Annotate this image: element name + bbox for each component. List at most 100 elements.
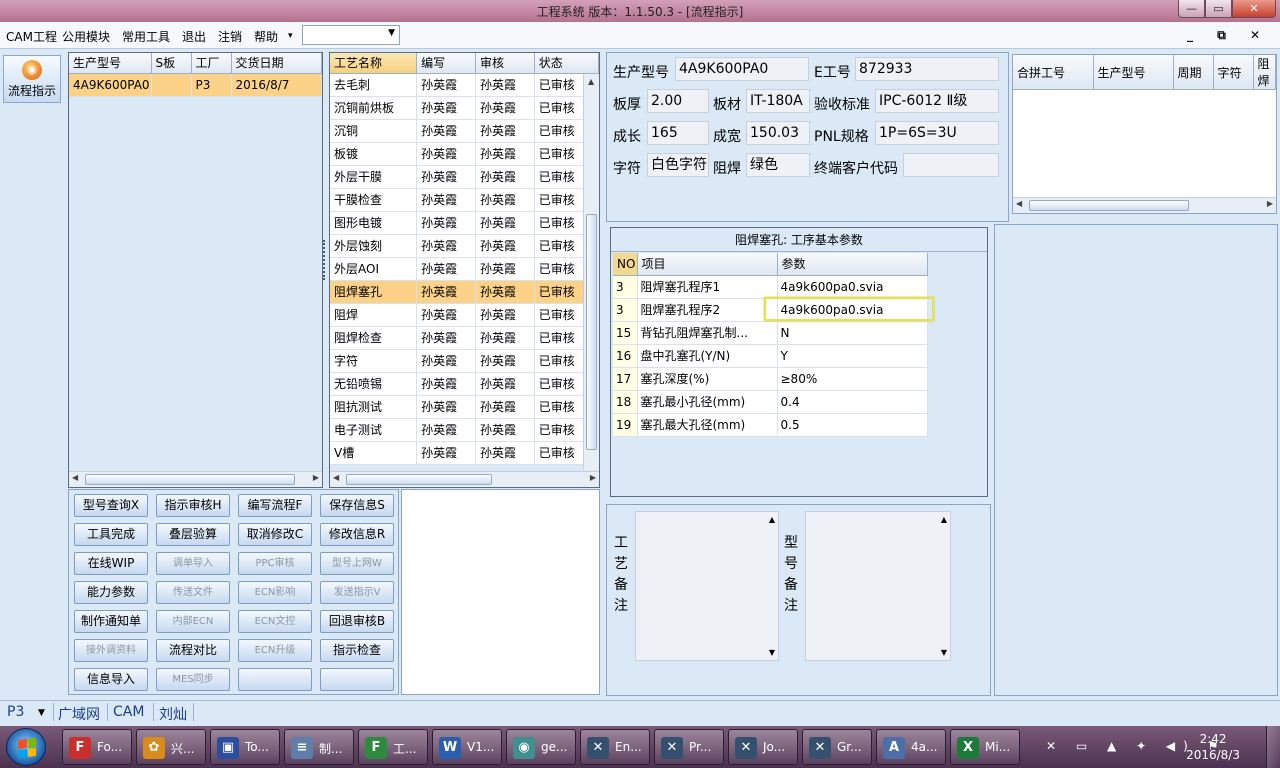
process-notes-field[interactable]: ▲ ▼ — [635, 511, 779, 661]
scroll-left-icon[interactable]: ◀ — [1016, 199, 1022, 208]
menu-common-modules[interactable]: 公用模块 — [62, 28, 110, 45]
table-row[interactable]: 沉铜前烘板 孙英霞 孙英霞 已审核 — [330, 96, 600, 120]
action-button-0-0[interactable]: 型号查询X — [74, 494, 148, 517]
action-button-5-1[interactable]: 流程对比 — [156, 639, 230, 662]
table-row[interactable]: 阻焊检查 孙英霞 孙英霞 已审核 — [330, 326, 600, 350]
action-button-5-0[interactable]: 接外调资料 — [74, 639, 148, 662]
table-row[interactable]: 18 塞孔最小孔径(mm) 0.4 — [613, 390, 928, 414]
scroll-left-icon[interactable]: ◀ — [72, 473, 78, 482]
menu-common-tools[interactable]: 常用工具 — [122, 28, 170, 45]
table-row[interactable]: 4A9K600PA0 P3 2016/8/7 — [69, 73, 322, 97]
show-desktop-button[interactable] — [1266, 726, 1280, 768]
scroll-up-icon[interactable]: ▲ — [769, 515, 775, 524]
action-button-5-3[interactable]: 指示检查 — [320, 639, 394, 662]
taskbar-app-button[interactable]: ✕ En... — [580, 729, 650, 765]
scroll-right-icon[interactable]: ▶ — [1267, 199, 1273, 208]
model-notes-field[interactable]: ▲ ▼ — [805, 511, 951, 661]
scroll-thumb[interactable] — [586, 214, 597, 450]
scroll-up-icon[interactable]: ▲ — [588, 77, 594, 86]
col-model[interactable]: 生产型号 — [69, 53, 152, 74]
action-button-1-0[interactable]: 工具完成 — [74, 523, 148, 546]
taskbar-app-button[interactable]: W V1... — [432, 729, 502, 765]
table-row[interactable]: V槽 孙英霞 孙英霞 已审核 — [330, 441, 600, 465]
action-button-4-3[interactable]: 回退审核B — [320, 610, 394, 633]
maximize-button[interactable]: ▭ — [1205, 0, 1232, 18]
taskbar-app-button[interactable]: ✿ 兴... — [136, 729, 206, 765]
table-row[interactable]: 图形电镀 孙英霞 孙英霞 已审核 — [330, 211, 600, 235]
pnl-field[interactable]: 1P=6S=3U — [875, 121, 999, 145]
scroll-up-icon[interactable]: ▲ — [941, 515, 947, 524]
col-s-board[interactable]: S板 — [151, 53, 192, 74]
taskbar-app-button[interactable]: F Fo... — [62, 729, 132, 765]
scroll-thumb[interactable] — [85, 474, 295, 485]
col-merge-model[interactable]: 生产型号 — [1093, 55, 1174, 90]
action-button-3-0[interactable]: 能力参数 — [74, 581, 148, 604]
action-button-1-1[interactable]: 叠层验算 — [156, 523, 230, 546]
action-button-4-1[interactable]: 内部ECN — [156, 610, 230, 633]
taskbar-app-button[interactable]: F 工... — [358, 729, 428, 765]
action-button-1-3[interactable]: 修改信息R — [320, 523, 394, 546]
table-row[interactable]: 19 塞孔最大孔径(mm) 0.5 — [613, 413, 928, 437]
col-factory[interactable]: 工厂 — [191, 53, 232, 74]
factory-selector[interactable]: P3 — [7, 704, 24, 720]
help-chevron-down-icon[interactable]: ▾ — [288, 31, 293, 41]
material-field[interactable]: IT-180A — [746, 89, 810, 113]
table-row[interactable]: 16 盘中孔塞孔(Y/N) Y — [613, 344, 928, 368]
col-due-date[interactable]: 交货日期 — [231, 53, 322, 74]
menu-logout[interactable]: 注销 — [218, 28, 242, 45]
taskbar-app-button[interactable]: ◉ ge... — [506, 729, 576, 765]
process-hscroll[interactable]: ◀ ▶ — [330, 471, 599, 487]
action-button-4-2[interactable]: ECN文控 — [238, 610, 312, 633]
mask-field[interactable]: 绿色 — [746, 153, 810, 177]
table-row[interactable]: 17 塞孔深度(%) ≥80% — [613, 367, 928, 391]
taskbar-app-button[interactable]: X Mi... — [950, 729, 1020, 765]
table-row[interactable]: 3 阻焊塞孔程序1 4a9k600pa0.svia — [613, 275, 928, 299]
table-row[interactable]: 阻焊 孙英霞 孙英霞 已审核 — [330, 303, 600, 327]
col-item[interactable]: 项目 — [637, 253, 778, 276]
chevron-down-icon[interactable]: ▼ — [38, 708, 45, 718]
scroll-right-icon[interactable]: ▶ — [590, 473, 596, 482]
menu-cam-project[interactable]: CAM工程 — [6, 28, 57, 45]
length-field[interactable]: 165 — [647, 121, 709, 145]
col-cycle[interactable]: 周期 — [1173, 55, 1214, 90]
col-reviewer[interactable]: 审核 — [475, 53, 535, 74]
thickness-field[interactable]: 2.00 — [647, 89, 709, 113]
table-row[interactable]: 沉铜 孙英霞 孙英霞 已审核 — [330, 119, 600, 143]
standard-field[interactable]: IPC-6012 Ⅱ级 — [875, 89, 999, 113]
width-field[interactable]: 150.03 — [746, 121, 810, 145]
merge-hscroll[interactable]: ◀ ▶ — [1013, 197, 1276, 213]
taskbar-app-button[interactable]: ✕ Gr... — [802, 729, 872, 765]
action-button-0-2[interactable]: 编写流程F — [238, 494, 312, 517]
table-row[interactable]: 外层AOI 孙英霞 孙英霞 已审核 — [330, 257, 600, 281]
splitter-handle[interactable] — [323, 240, 327, 280]
process-vscroll[interactable]: ▲ — [583, 74, 599, 470]
col-char[interactable]: 字符 — [1213, 55, 1254, 90]
action-button-6-2[interactable] — [238, 668, 312, 691]
taskbar-app-button[interactable]: ✕ Jo... — [728, 729, 798, 765]
col-merge-no[interactable]: 合拼工号 — [1013, 55, 1094, 90]
close-button[interactable]: ✕ — [1232, 0, 1276, 18]
model-field[interactable]: 4A9K600PA0 — [675, 57, 809, 81]
scroll-thumb[interactable] — [1029, 200, 1189, 211]
menu-exit[interactable]: 退出 — [182, 28, 206, 45]
taskbar-app-button[interactable]: ✕ Pr... — [654, 729, 724, 765]
table-row[interactable]: 板镀 孙英霞 孙英霞 已审核 — [330, 142, 600, 166]
orders-hscroll[interactable]: ◀ ▶ — [69, 471, 322, 487]
table-row[interactable]: 字符 孙英霞 孙英霞 已审核 — [330, 349, 600, 373]
action-button-2-0[interactable]: 在线WIP — [74, 552, 148, 575]
start-button[interactable] — [6, 728, 46, 766]
action-button-2-2[interactable]: PPC审核 — [238, 552, 312, 575]
col-no[interactable]: NO — [613, 253, 638, 276]
action-button-6-0[interactable]: 信息导入 — [74, 668, 148, 691]
col-author[interactable]: 编写 — [416, 53, 476, 74]
toolbar-combo[interactable]: ▼ — [302, 25, 400, 45]
action-button-0-3[interactable]: 保存信息S — [320, 494, 394, 517]
table-row[interactable]: 去毛刺 孙英霞 孙英霞 已审核 — [330, 73, 600, 97]
action-button-6-3[interactable] — [320, 668, 394, 691]
table-row[interactable]: 干膜检查 孙英霞 孙英霞 已审核 — [330, 188, 600, 212]
taskbar-app-button[interactable]: ≡ 制... — [284, 729, 354, 765]
char-field[interactable]: 白色字符 — [647, 153, 709, 177]
table-row[interactable]: 外层蚀刻 孙英霞 孙英霞 已审核 — [330, 234, 600, 258]
action-button-3-2[interactable]: ECN影响 — [238, 581, 312, 604]
mdi-window-controls[interactable]: _ ⧉ ✕ — [1187, 28, 1270, 43]
